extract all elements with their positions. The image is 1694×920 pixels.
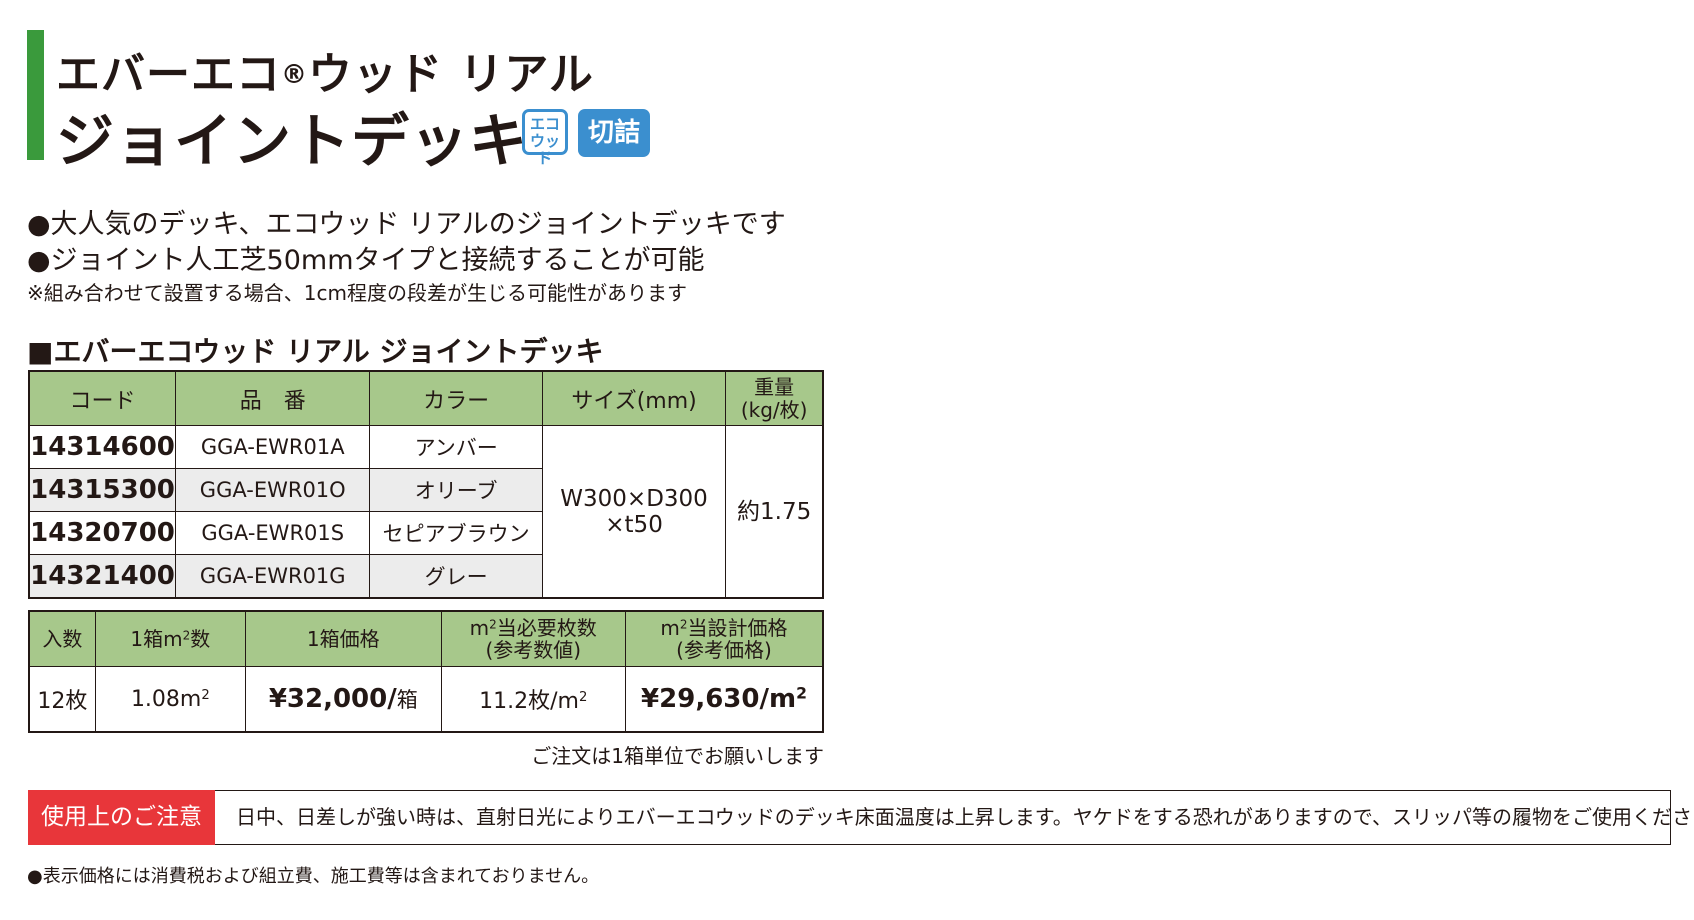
table-header-row: 入数 1箱m2数 1箱価格 m2当必要枚数 (参考数値) m2当設計価格 (参考価格…: [28, 610, 824, 667]
area-cell: 1.08m2: [94, 666, 247, 733]
product-title-line1: エバーエコ®ウッド リアル: [56, 49, 594, 100]
title-accent-bar: [27, 30, 44, 160]
order-note: ご注文は1箱単位でお願いします: [531, 744, 824, 768]
header-color: カラー: [369, 370, 543, 426]
header-part-number: 品 番: [175, 370, 371, 426]
size-cell: W300×D300 ×t50: [541, 425, 727, 599]
feature-note: ※組み合わせて設置する場合、1cm程度の段差が生じる可能性があります: [27, 281, 687, 305]
part-number-cell: GGA-EWR01O: [175, 468, 371, 512]
cuttable-badge-icon: 切詰可: [578, 109, 650, 196]
feature-item: ●大人気のデッキ、エコウッド リアルのジョイントデッキです: [27, 209, 786, 240]
color-cell: オリーブ: [369, 468, 543, 512]
header-box-price: 1箱価格: [245, 610, 442, 667]
section-title: ■エバーエコウッド リアル ジョイントデッキ: [27, 335, 604, 368]
footer-note: ●表示価格には消費税および組立費、施工費等は含まれておりません。: [27, 866, 600, 887]
header-weight: 重量 (kg/枚): [725, 370, 824, 426]
color-cell: アンバー: [369, 425, 543, 469]
required-qty-cell: 11.2枚/m2: [440, 666, 626, 733]
product-title-line2: ジョイントデッキ: [56, 107, 529, 175]
design-price-cell: ¥29,630/m2: [624, 666, 824, 733]
code-cell: 14320700: [28, 511, 177, 555]
product-table: コード 品 番 カラー サイズ(mm) 重量 (kg/枚) 14314600 GG…: [28, 370, 824, 599]
code-cell: 14321400: [28, 554, 177, 599]
header-quantity: 入数: [28, 610, 96, 667]
code-cell: 14315300: [28, 468, 177, 512]
price-table: 入数 1箱m2数 1箱価格 m2当必要枚数 (参考数値) m2当設計価格 (参考価格…: [28, 610, 824, 733]
part-number-cell: GGA-EWR01G: [175, 554, 371, 599]
header-design-price: m2当設計価格 (参考価格): [624, 610, 824, 667]
header-code: コード: [28, 370, 177, 426]
caution-text: 日中、日差しが強い時は、直射日光によりエバーエコウッドのデッキ床面温度は上昇しま…: [236, 805, 1694, 829]
quantity-cell: 12枚: [28, 666, 96, 733]
caution-label: 使用上のご注意: [28, 790, 215, 845]
color-cell: セピアブラウン: [369, 511, 543, 555]
header-area-per-box: 1箱m2数: [94, 610, 247, 667]
box-price-cell: ¥32,000/箱: [245, 666, 442, 733]
color-cell: グレー: [369, 554, 543, 599]
table-header-row: コード 品 番 カラー サイズ(mm) 重量 (kg/枚): [28, 370, 824, 426]
part-number-cell: GGA-EWR01A: [175, 425, 371, 469]
code-cell: 14314600: [28, 425, 177, 469]
weight-cell: 約1.75: [725, 425, 824, 599]
feature-item: ●ジョイント人工芝50mmタイプと接続することが可能: [27, 245, 705, 276]
table-row: 12枚 1.08m2 ¥32,000/箱 11.2枚/m2 ¥29,630/m2: [28, 666, 824, 733]
caution-box: 使用上のご注意 日中、日差しが強い時は、直射日光によりエバーエコウッドのデッキ床…: [28, 790, 1694, 845]
registered-mark: ®: [281, 60, 308, 90]
part-number-cell: GGA-EWR01S: [175, 511, 371, 555]
header-required-qty: m2当必要枚数 (参考数値): [440, 610, 626, 667]
eco-wood-badge-icon: エコ ウッド: [522, 109, 568, 167]
table-row: 14314600 GGA-EWR01A アンバー W300×D300 ×t50 約…: [28, 425, 824, 599]
header-size: サイズ(mm): [541, 370, 727, 426]
